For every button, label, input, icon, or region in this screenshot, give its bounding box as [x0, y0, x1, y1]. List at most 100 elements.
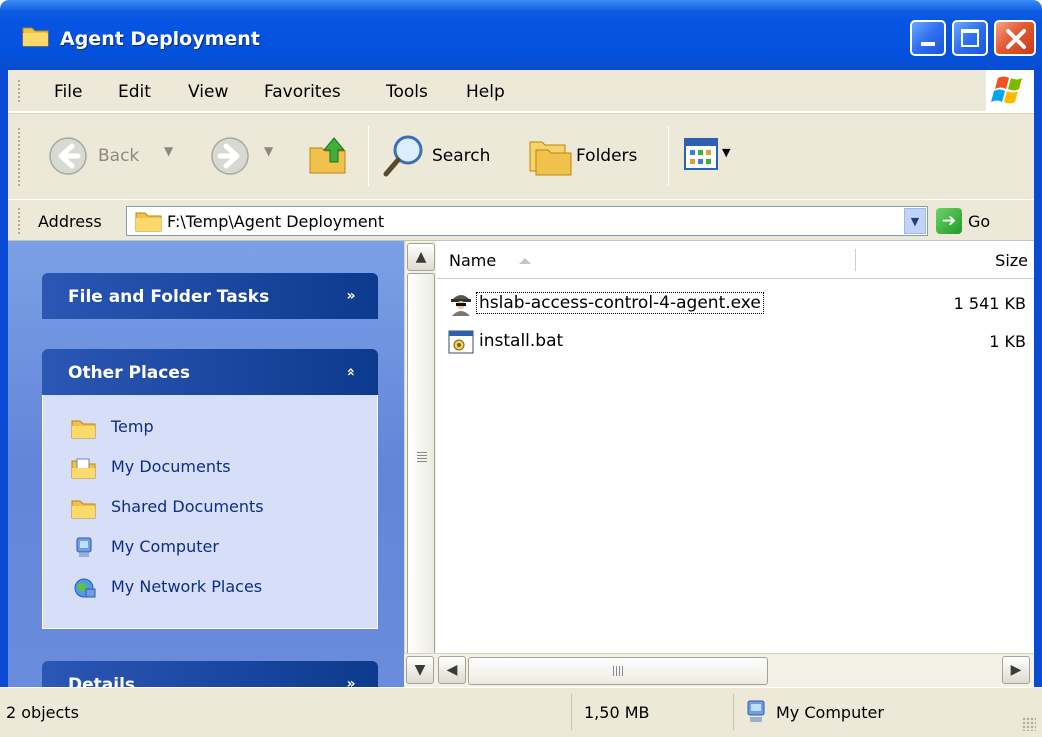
windows-logo	[986, 70, 1034, 112]
computer-icon	[76, 537, 92, 557]
close-icon	[1006, 29, 1026, 49]
collapse-chevron-icon[interactable]: »	[340, 361, 362, 383]
back-dropdown-icon[interactable]: ▼	[164, 144, 173, 158]
menu-view[interactable]: View	[188, 82, 228, 102]
status-location-cell: My Computer	[736, 694, 1036, 730]
address-dropdown-button[interactable]: ▼	[904, 208, 926, 234]
thumb-grip	[613, 666, 623, 676]
documents-folder-icon	[71, 458, 96, 479]
batch-file-icon	[448, 330, 474, 354]
taskpane-scrollbar[interactable]: ▲ ▼	[404, 241, 436, 687]
scroll-up-button[interactable]: ▲	[407, 243, 435, 271]
folders-button-label[interactable]: Folders	[576, 146, 637, 166]
search-button-label[interactable]: Search	[432, 146, 490, 166]
chevron-left-icon: ◀	[446, 662, 458, 678]
maximize-icon	[961, 29, 979, 47]
forward-dropdown-icon[interactable]: ▼	[264, 144, 273, 158]
file-row[interactable]: hslab-access-control-4-agent.exe 1 541 K…	[437, 287, 1034, 321]
network-places-icon	[74, 578, 96, 598]
scrollbar-thumb[interactable]	[407, 273, 435, 655]
chevron-right-icon: ▶	[1010, 662, 1022, 678]
status-size: 1,50 MB	[584, 703, 650, 722]
toolbar: Back ▼ ▼ Search Folders ▼	[8, 113, 1034, 199]
place-label[interactable]: My Computer	[111, 537, 219, 556]
file-name[interactable]: hslab-access-control-4-agent.exe	[476, 292, 764, 314]
chevron-down-icon: ▼	[414, 662, 426, 678]
toolbar-separator	[368, 126, 369, 186]
window-title: Agent Deployment	[60, 28, 260, 50]
scroll-down-button[interactable]: ▼	[406, 656, 434, 684]
minimize-button[interactable]	[910, 20, 946, 56]
file-folder-tasks-header[interactable]: File and Folder Tasks »	[42, 273, 378, 319]
folder-icon	[135, 212, 162, 232]
file-size: 1 KB	[989, 332, 1026, 351]
folder-icon	[71, 500, 96, 519]
file-folder-tasks-title: File and Folder Tasks	[68, 287, 270, 307]
menu-file[interactable]: File	[54, 82, 82, 102]
status-location: My Computer	[776, 703, 884, 722]
folder-icon	[71, 420, 96, 439]
filelist-horizontal-scrollbar[interactable]: ▼ ◀ ▶	[404, 653, 1034, 687]
file-size: 1 541 KB	[953, 294, 1026, 313]
status-objects: 2 objects	[6, 703, 79, 722]
address-bar: Address F:\Temp\Agent Deployment ▼ ➔ Go	[8, 199, 1034, 241]
details-title: Details	[68, 675, 136, 687]
address-input[interactable]: F:\Temp\Agent Deployment ▼	[126, 206, 928, 236]
sort-ascending-icon	[519, 258, 531, 264]
place-label[interactable]: Temp	[111, 417, 154, 436]
computer-icon	[747, 700, 765, 722]
toolbar-grip[interactable]	[18, 128, 20, 186]
address-grip[interactable]	[18, 208, 20, 234]
column-size-header[interactable]: Size	[995, 251, 1028, 270]
column-divider[interactable]	[855, 249, 857, 271]
scroll-right-button[interactable]: ▶	[1002, 656, 1030, 684]
up-folder-icon[interactable]	[306, 132, 352, 178]
status-bar: 2 objects 1,50 MB My Computer	[0, 687, 1042, 737]
back-button-label[interactable]: Back	[98, 146, 139, 166]
place-label[interactable]: My Network Places	[111, 577, 262, 596]
file-name[interactable]: install.bat	[477, 331, 565, 351]
menu-help[interactable]: Help	[466, 82, 505, 102]
go-button-label[interactable]: Go	[968, 212, 990, 231]
menu-edit[interactable]: Edit	[118, 82, 151, 102]
other-places-panel: Temp My Documents Shared Documents My Co…	[42, 395, 378, 629]
views-icon[interactable]	[684, 138, 718, 170]
status-objects-cell: 2 objects	[0, 694, 572, 730]
views-dropdown-icon[interactable]: ▼	[722, 146, 730, 159]
windows-flag-icon	[991, 76, 1022, 104]
details-header[interactable]: Details »	[42, 661, 378, 687]
back-arrow-icon[interactable]	[48, 136, 88, 176]
folders-icon[interactable]	[526, 134, 574, 178]
spy-agent-exe-icon	[451, 295, 471, 316]
column-header: Name Size	[437, 241, 1034, 279]
forward-arrow-icon[interactable]	[210, 136, 250, 176]
expand-chevron-icon[interactable]: »	[340, 673, 362, 687]
window-frame-left	[0, 70, 8, 687]
file-list[interactable]: Name Size hslab-access-control-4-agent.e…	[437, 241, 1034, 653]
go-arrow-icon[interactable]: ➔	[936, 208, 962, 234]
status-size-cell: 1,50 MB	[574, 694, 734, 730]
address-label: Address	[38, 212, 102, 231]
chevron-up-icon: ▲	[415, 249, 427, 265]
place-label[interactable]: Shared Documents	[111, 497, 264, 516]
resize-grip-icon[interactable]	[1022, 717, 1036, 731]
expand-chevron-icon[interactable]: »	[340, 285, 362, 307]
menu-favorites[interactable]: Favorites	[264, 82, 341, 102]
scroll-left-button[interactable]: ◀	[438, 656, 466, 684]
maximize-button[interactable]	[952, 20, 988, 56]
menu-grip[interactable]	[18, 80, 20, 104]
toolbar-separator	[668, 126, 669, 186]
chevron-down-icon: ▼	[910, 215, 920, 228]
folder-icon	[22, 27, 49, 47]
place-label[interactable]: My Documents	[111, 457, 231, 476]
file-row[interactable]: install.bat 1 KB	[437, 325, 1034, 359]
address-value[interactable]: F:\Temp\Agent Deployment	[167, 212, 384, 231]
scrollbar-thumb[interactable]	[468, 657, 768, 685]
menu-bar: File Edit View Favorites Tools Help	[8, 70, 1034, 112]
column-name-header[interactable]: Name	[449, 251, 496, 270]
menu-tools[interactable]: Tools	[386, 82, 428, 102]
search-icon[interactable]	[380, 132, 428, 180]
other-places-header[interactable]: Other Places »	[42, 349, 378, 395]
task-pane: File and Folder Tasks » Other Places » T…	[8, 241, 404, 687]
close-button[interactable]	[994, 20, 1036, 56]
